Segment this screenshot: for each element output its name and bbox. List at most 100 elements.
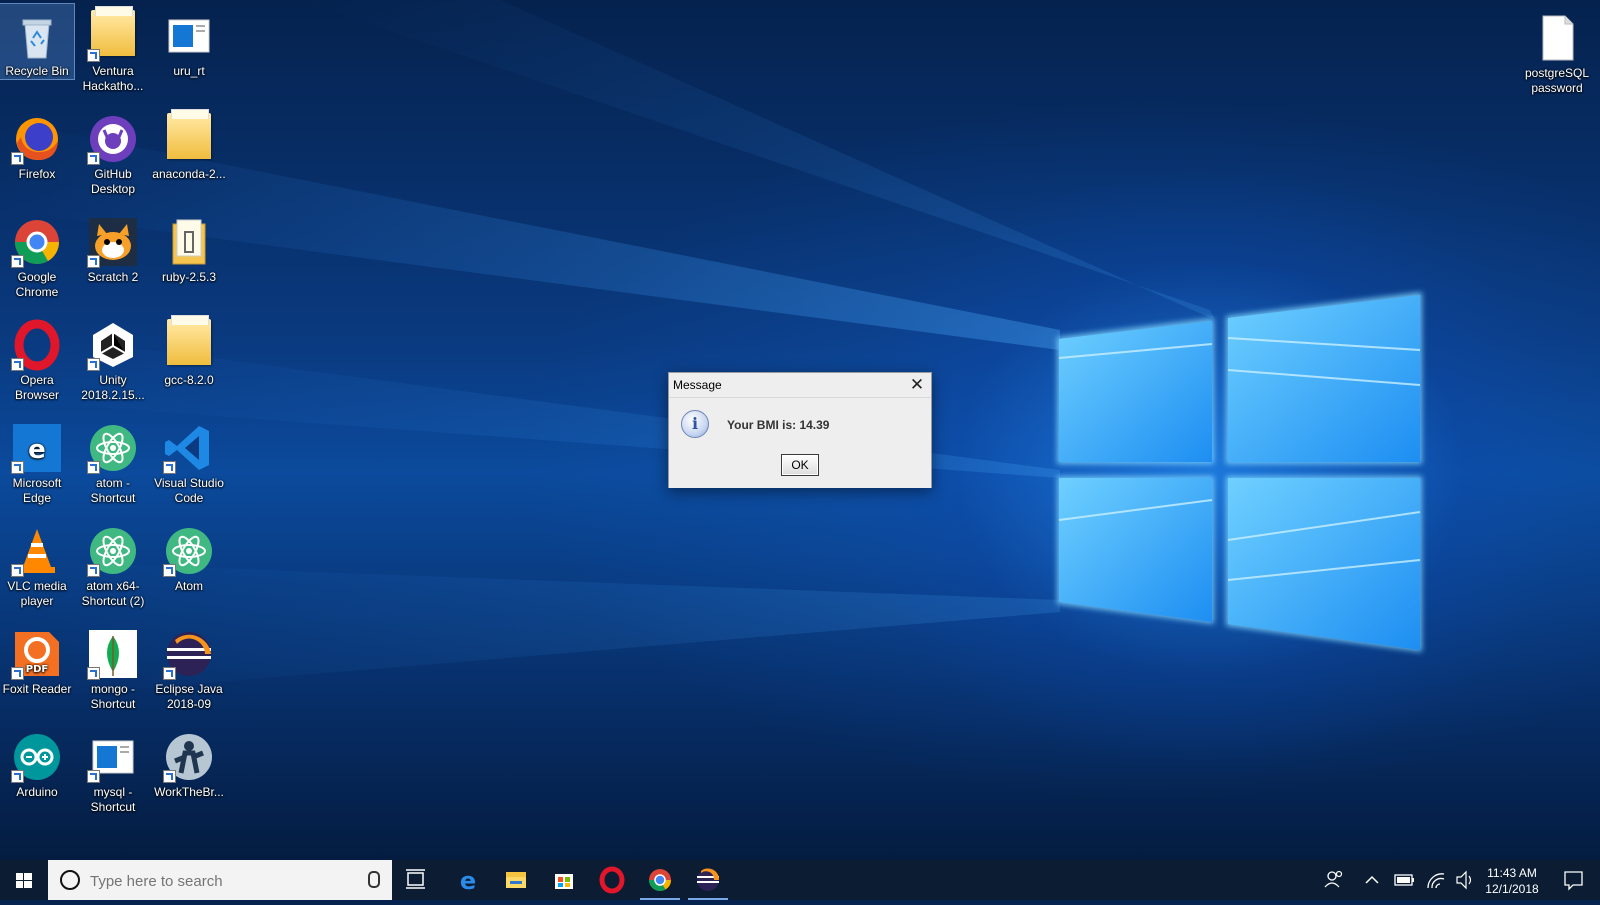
desktop-icon-label: atom - Shortcut [90, 476, 136, 505]
shortcut-arrow-icon [87, 564, 100, 577]
desktop-icon[interactable]: mongo - Shortcut [76, 622, 150, 712]
desktop-icon-label: mysql - Shortcut [90, 785, 136, 814]
windows-start-icon [16, 873, 32, 888]
desktop-icon[interactable]: Visual Studio Code [152, 416, 226, 506]
recycle-bin-icon [11, 10, 63, 62]
desktop-icon-label: atom x64- Shortcut (2) [81, 579, 145, 608]
message-dialog: Message ✕ i Your BMI is: 14.39 OK [668, 372, 932, 488]
desktop-icon-label: Firefox [18, 167, 56, 181]
worker-icon [163, 731, 215, 783]
shortcut-arrow-icon [11, 358, 24, 371]
github-icon [87, 113, 139, 165]
scratch-icon [87, 216, 139, 268]
eclipse-icon [163, 628, 215, 680]
atom-icon [163, 525, 215, 577]
close-icon[interactable]: ✕ [907, 375, 927, 395]
opera-icon [11, 319, 63, 371]
desktop-icon[interactable]: Ventura Hackatho... [76, 4, 150, 94]
desktop-icon-label: mongo - Shortcut [90, 682, 136, 711]
desktop-icon[interactable]: WorkTheBr... [152, 725, 226, 800]
desktop-icon[interactable]: mysql - Shortcut [76, 725, 150, 815]
shortcut-arrow-icon [163, 461, 176, 474]
desktop-icon-label: uru_rt [173, 64, 205, 78]
clock-date: 12/1/2018 [1485, 882, 1539, 896]
chrome-icon [11, 216, 63, 268]
shortcut-arrow-icon [87, 667, 100, 680]
file-explorer-icon[interactable] [492, 860, 540, 900]
shortcut-arrow-icon [87, 770, 100, 783]
edge-icon[interactable]: e [444, 860, 492, 900]
desktop-icon[interactable]: Recycle Bin [0, 3, 75, 80]
desktop-icon-label: Arduino [16, 785, 58, 799]
desktop-icon[interactable]: anaconda-2... [152, 107, 226, 182]
desktop-icon[interactable]: atom - Shortcut [76, 416, 150, 506]
desktop-icon[interactable]: gcc-8.2.0 [152, 313, 226, 388]
desktop-icon-postgresql-password[interactable]: postgreSQL password [1520, 6, 1594, 96]
ok-button[interactable]: OK [781, 454, 819, 476]
wifi-icon[interactable] [1420, 860, 1452, 900]
shortcut-arrow-icon [87, 358, 100, 371]
desktop-icon[interactable]: atom x64- Shortcut (2) [76, 519, 150, 609]
desktop: Recycle Bin Ventura Hackatho... uru_rt Fire… [0, 0, 1600, 860]
desktop-icon[interactable]: Unity 2018.2.15... [76, 313, 150, 403]
desktop-icon[interactable]: ruby-2.5.3 [152, 210, 226, 285]
desktop-icon-label: postgreSQL password [1524, 66, 1590, 95]
desktop-icon-label: Eclipse Java 2018-09 [155, 682, 223, 711]
shortcut-arrow-icon [163, 564, 176, 577]
task-view-icon[interactable] [392, 860, 440, 900]
desktop-icon[interactable]: Google Chrome [0, 210, 74, 300]
arduino-icon [11, 731, 63, 783]
archive-folder-icon [163, 216, 215, 268]
shortcut-arrow-icon [11, 255, 24, 268]
shortcut-arrow-icon [87, 49, 100, 62]
desktop-icon[interactable]: e Microsoft Edge [0, 416, 74, 506]
opera-icon[interactable] [588, 860, 636, 900]
desktop-icon-label: Unity 2018.2.15... [81, 373, 145, 402]
foxit-pdf-icon: PDF [11, 628, 63, 680]
taskbar-search-box[interactable] [48, 860, 392, 900]
desktop-icon-label: VLC media player [7, 579, 67, 608]
edge-icon: e [11, 422, 63, 474]
desktop-icon[interactable]: Eclipse Java 2018-09 [152, 622, 226, 712]
battery-icon[interactable] [1388, 860, 1420, 900]
desktop-icon-label: GitHub Desktop [90, 167, 136, 196]
chevron-up-icon[interactable] [1356, 860, 1388, 900]
desktop-icon[interactable]: PDF Foxit Reader [0, 622, 74, 697]
start-button[interactable] [0, 860, 48, 900]
firefox-icon [11, 113, 63, 165]
folder-icon [163, 315, 215, 371]
desktop-icon[interactable]: Arduino [0, 725, 74, 800]
desktop-icon[interactable]: Scratch 2 [76, 210, 150, 285]
dialog-body: i Your BMI is: 14.39 OK [669, 397, 931, 488]
clock-time: 11:43 AM [1487, 866, 1537, 880]
system-clock[interactable]: 11:43 AM 12/1/2018 [1474, 865, 1550, 897]
cortana-icon [60, 870, 80, 890]
desktop-icon[interactable]: Opera Browser [0, 313, 74, 403]
shortcut-arrow-icon [163, 770, 176, 783]
desktop-icon-label: anaconda-2... [152, 167, 226, 181]
mongodb-icon [87, 628, 139, 680]
desktop-icon-label: gcc-8.2.0 [164, 373, 214, 387]
search-input[interactable] [88, 870, 352, 892]
desktop-icon[interactable]: GitHub Desktop [76, 107, 150, 197]
atom-icon [87, 422, 139, 474]
microphone-icon[interactable] [368, 871, 380, 888]
dialog-message: Your BMI is: 14.39 [727, 418, 830, 432]
shortcut-arrow-icon [11, 770, 24, 783]
action-center-icon[interactable] [1556, 860, 1590, 900]
people-icon[interactable] [1318, 860, 1350, 900]
desktop-icon[interactable]: Atom [152, 519, 226, 594]
svg-text:e: e [28, 435, 46, 465]
atom-icon [87, 525, 139, 577]
eclipse-icon[interactable] [684, 860, 732, 900]
desktop-icon[interactable]: Firefox [0, 107, 74, 182]
store-icon[interactable] [540, 860, 588, 900]
chrome-icon[interactable] [636, 860, 684, 900]
desktop-icon-label: Recycle Bin [5, 64, 69, 78]
shortcut-arrow-icon [11, 152, 24, 165]
folder-icon [87, 6, 139, 62]
vscode-icon [163, 422, 215, 474]
desktop-icon[interactable]: VLC media player [0, 519, 74, 609]
desktop-icon[interactable]: uru_rt [152, 4, 226, 79]
shortcut-arrow-icon [11, 461, 24, 474]
